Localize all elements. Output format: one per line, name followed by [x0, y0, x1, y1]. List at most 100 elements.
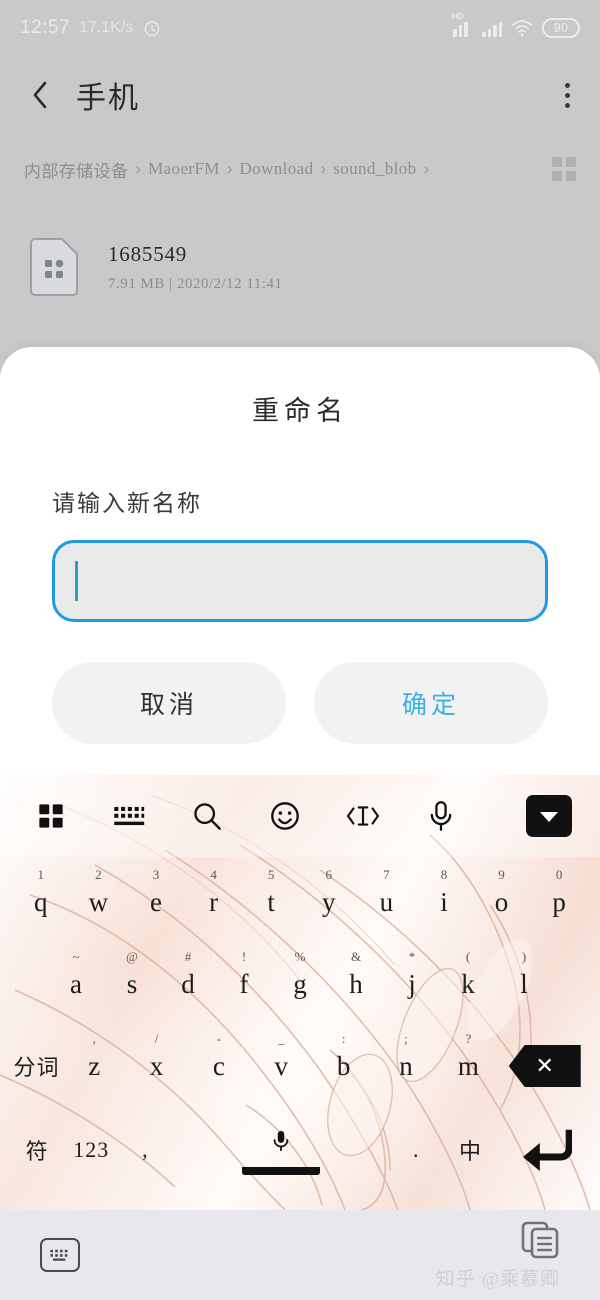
key-n[interactable]: ; n — [375, 1025, 437, 1107]
key-superscript: ; — [404, 1031, 408, 1046]
caret-down-icon[interactable] — [526, 795, 572, 837]
file-document-icon — [30, 238, 78, 296]
breadcrumb-separator: › — [320, 159, 327, 178]
key-superscript: & — [350, 949, 362, 964]
virtual-keyboard: 1 q 2 w 3 e 4 r 5 t 6 y 7 u 8 i 9 o 0 p … — [0, 775, 600, 1210]
rename-input[interactable] — [52, 540, 548, 622]
key-w[interactable]: 2 w — [70, 861, 128, 943]
key-label: w — [88, 887, 109, 917]
microphone-icon — [273, 1130, 289, 1152]
symbol-key[interactable]: 符 — [10, 1107, 64, 1193]
key-superscript: 0 — [555, 867, 563, 882]
battery-indicator: 90 — [542, 18, 580, 38]
key-label: b — [336, 1051, 351, 1081]
alarm-clock-icon — [144, 21, 160, 37]
status-bar-right: HD 90 — [452, 12, 580, 38]
grid-view-icon[interactable] — [552, 157, 576, 181]
enter-arrow-icon — [522, 1129, 572, 1171]
overflow-menu-icon[interactable] — [565, 82, 570, 108]
key-p[interactable]: 0 p — [530, 861, 588, 943]
search-icon[interactable] — [184, 793, 230, 839]
key-v[interactable]: _ v — [250, 1025, 312, 1107]
key-k[interactable]: ( k — [440, 943, 496, 1025]
file-meta: 1685549 7.91 MB | 2020/2/12 11:41 — [108, 242, 283, 293]
breadcrumb-separator: › — [423, 159, 430, 178]
dialog-actions: 取消 确定 — [52, 662, 548, 744]
key-superscript: % — [294, 949, 306, 964]
breadcrumb-item-1[interactable]: MaoerFM — [148, 159, 220, 179]
keyboard-icon[interactable] — [106, 793, 152, 839]
backspace-key[interactable]: ✕ — [500, 1045, 590, 1087]
cursor-move-icon[interactable] — [340, 793, 386, 839]
apps-grid-icon[interactable] — [28, 793, 74, 839]
key-a[interactable]: ~ a — [48, 943, 104, 1025]
signal-bars-icon: HD — [452, 12, 473, 37]
key-b[interactable]: : b — [312, 1025, 374, 1107]
key-c[interactable]: - c — [188, 1025, 250, 1107]
key-m[interactable]: ? m — [437, 1025, 499, 1107]
key-s[interactable]: @ s — [104, 943, 160, 1025]
comma-key[interactable]: , — [118, 1107, 172, 1193]
key-q[interactable]: 1 q — [12, 861, 70, 943]
status-bar-left: 12:57 17.1K/s — [20, 17, 162, 39]
emoji-icon[interactable] — [262, 793, 308, 839]
key-superscript: ! — [241, 949, 247, 964]
key-u[interactable]: 7 u — [358, 861, 416, 943]
key-l[interactable]: ) l — [496, 943, 552, 1025]
key-superscript: 1 — [37, 867, 45, 882]
key-label: r — [209, 887, 219, 917]
breadcrumb-item-0[interactable]: 内部存储设备 — [24, 157, 128, 182]
space-indicator — [241, 1167, 320, 1175]
key-label: v — [274, 1051, 289, 1081]
breadcrumb-item-2[interactable]: Download — [240, 159, 314, 179]
key-superscript: 8 — [440, 867, 448, 882]
keyboard-row-2: ~ a @ s # d ! f % g & h * j (k) l — [0, 943, 600, 1025]
chevron-left-icon[interactable] — [30, 80, 50, 110]
app-bar: 手机 — [0, 56, 600, 134]
key-superscript: 6 — [325, 867, 333, 882]
key-label: i — [440, 887, 448, 917]
confirm-button[interactable]: 确定 — [314, 662, 548, 744]
key-t[interactable]: 5 t — [242, 861, 300, 943]
key-superscript: ? — [465, 1031, 472, 1046]
list-item[interactable]: 1685549 7.91 MB | 2020/2/12 11:41 — [0, 222, 600, 312]
numeric-key[interactable]: 123 — [64, 1107, 118, 1193]
signal-bars-icon-2 — [482, 20, 502, 37]
key-label: q — [34, 887, 48, 917]
key-e[interactable]: 3 e — [127, 861, 185, 943]
key-i[interactable]: 8 i — [415, 861, 473, 943]
key-d[interactable]: # d — [160, 943, 216, 1025]
keyboard-hide-icon[interactable] — [40, 1238, 80, 1272]
space-key[interactable] — [173, 1107, 390, 1193]
key-f[interactable]: ! f — [216, 943, 272, 1025]
key-x[interactable]: / x — [125, 1025, 187, 1107]
key-superscript: @ — [126, 949, 138, 964]
key-superscript: 9 — [498, 867, 505, 882]
key-superscript: # — [184, 949, 192, 964]
period-key[interactable]: . — [389, 1107, 443, 1193]
key-h[interactable]: & h — [328, 943, 384, 1025]
key-label: o — [494, 887, 509, 917]
language-toggle-key[interactable]: 中 — [443, 1107, 497, 1193]
keyboard-rows: 1 q 2 w 3 e 4 r 5 t 6 y 7 u 8 i 9 o 0 p … — [0, 857, 600, 1193]
microphone-icon[interactable] — [418, 793, 464, 839]
key-label: y — [322, 887, 336, 917]
key-z[interactable]: , z — [63, 1025, 125, 1107]
recent-apps-icon[interactable] — [520, 1220, 560, 1260]
key-y[interactable]: 6 y — [300, 861, 358, 943]
key-superscript: , — [92, 1031, 96, 1046]
cancel-button[interactable]: 取消 — [52, 662, 286, 744]
key-o[interactable]: 9 o — [473, 861, 531, 943]
breadcrumb-separator: › — [135, 159, 142, 178]
key-label: t — [267, 887, 275, 917]
key-label: z — [88, 1051, 101, 1081]
word-segment-key[interactable]: 分词 — [10, 1025, 63, 1107]
key-j[interactable]: * j — [384, 943, 440, 1025]
enter-key[interactable] — [498, 1129, 590, 1171]
status-bar: 12:57 17.1K/s HD 90 — [0, 0, 600, 56]
backspace-icon: ✕ — [508, 1045, 581, 1087]
key-label: f — [239, 969, 249, 999]
breadcrumb-item-3[interactable]: sound_blob — [333, 159, 416, 179]
key-g[interactable]: % g — [272, 943, 328, 1025]
key-r[interactable]: 4 r — [185, 861, 243, 943]
